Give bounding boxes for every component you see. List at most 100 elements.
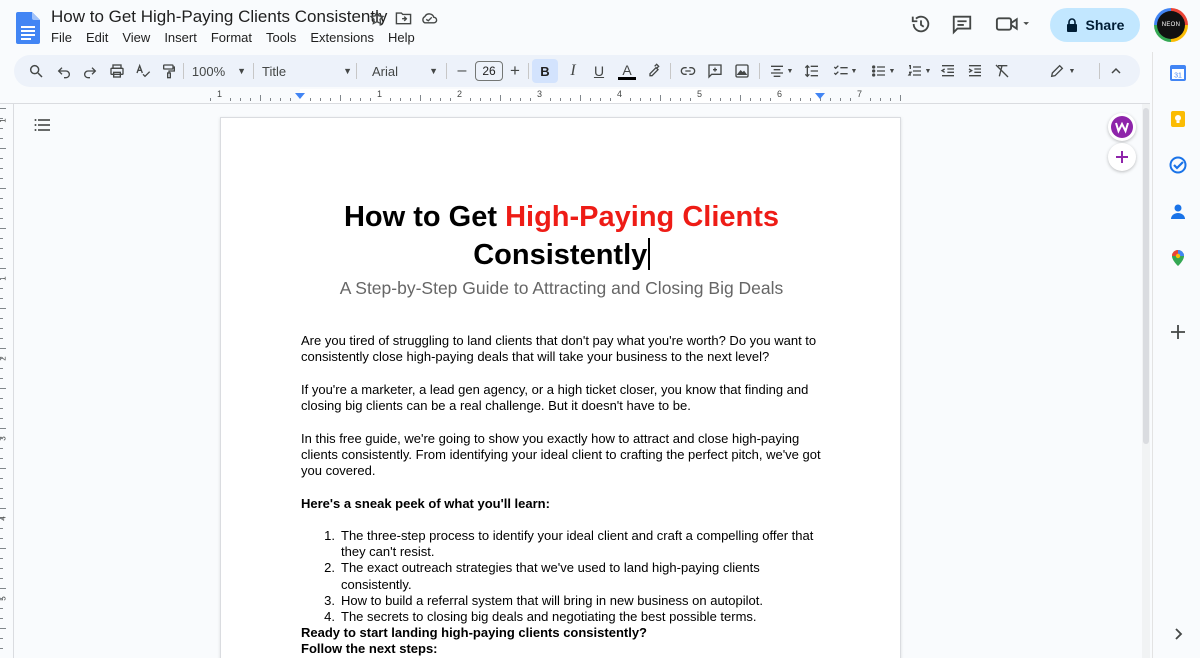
menu-extensions[interactable]: Extensions	[303, 30, 381, 46]
line-spacing-icon[interactable]	[802, 59, 822, 83]
docs-logo-icon[interactable]	[16, 12, 40, 44]
vertical-scrollbar[interactable]	[1142, 104, 1150, 658]
bulleted-list-icon[interactable]: ▼	[867, 59, 899, 83]
decrease-font-size-button[interactable]: –	[453, 59, 471, 83]
ruler-tick	[0, 308, 6, 309]
ruler-tick	[0, 458, 3, 459]
paragraph[interactable]: Are you tired of struggling to land clie…	[301, 333, 826, 365]
undo-icon[interactable]	[54, 59, 74, 83]
move-folder-icon[interactable]	[394, 9, 412, 27]
menu-file[interactable]: File	[44, 30, 79, 46]
list-item[interactable]: 2. The exact outreach strategies that we'…	[301, 560, 826, 592]
ruler-tick	[0, 368, 3, 369]
contacts-icon[interactable]	[1169, 202, 1187, 220]
paragraph[interactable]: If you're a marketer, a lead gen agency,…	[301, 382, 826, 414]
menu-insert[interactable]: Insert	[157, 30, 204, 46]
spellcheck-icon[interactable]	[133, 59, 153, 83]
increase-font-size-button[interactable]: +	[506, 59, 524, 83]
highlight-icon[interactable]	[644, 59, 664, 83]
italic-button[interactable]: I	[563, 59, 583, 83]
align-center-icon[interactable]: ▼	[766, 59, 796, 83]
menu-help[interactable]: Help	[381, 30, 422, 46]
list-item[interactable]: 4. The secrets to closing big deals and n…	[301, 609, 826, 625]
document-page[interactable]: How to Get High-Paying Clients Consisten…	[220, 117, 901, 658]
search-menus-icon[interactable]	[26, 59, 46, 83]
paragraph[interactable]: In this free guide, we're going to show …	[301, 431, 826, 480]
list-item[interactable]: 3. How to build a referral system that wi…	[301, 593, 826, 609]
ready-heading[interactable]: Ready to start landing high-paying clien…	[301, 625, 826, 641]
menu-tools[interactable]: Tools	[259, 30, 303, 46]
numbered-list-icon[interactable]: ▼	[903, 59, 935, 83]
decrease-indent-icon[interactable]	[938, 59, 958, 83]
document-outline-icon[interactable]	[34, 117, 50, 133]
clear-formatting-icon[interactable]	[992, 59, 1012, 83]
ruler-tick	[0, 408, 3, 409]
menu-edit[interactable]: Edit	[79, 30, 115, 46]
redo-icon[interactable]	[80, 59, 100, 83]
zoom-value: 100%	[191, 63, 226, 79]
right-indent-marker[interactable]	[815, 93, 825, 99]
ruler-tick	[0, 148, 6, 149]
scrollbar-thumb[interactable]	[1143, 108, 1149, 444]
sneak-peek-heading[interactable]: Here's a sneak peek of what you'll learn…	[301, 496, 826, 512]
ruler-tick	[230, 98, 231, 101]
link-icon[interactable]	[678, 59, 698, 83]
bold-button[interactable]: B	[532, 59, 558, 83]
increase-indent-icon[interactable]	[965, 59, 985, 83]
collapse-menus-icon[interactable]	[1106, 59, 1126, 83]
text-color-button[interactable]: A	[616, 59, 638, 83]
menu-format[interactable]: Format	[204, 30, 259, 46]
underline-button[interactable]: U	[589, 59, 609, 83]
calendar-icon[interactable]: 31	[1169, 64, 1187, 82]
keep-icon[interactable]	[1169, 110, 1187, 128]
ruler-tick	[750, 98, 751, 101]
meet-icon[interactable]	[990, 6, 1034, 42]
avatar[interactable]: NEON	[1154, 8, 1188, 42]
ruler-tick	[490, 98, 491, 101]
ruler-tick	[0, 348, 6, 349]
add-button[interactable]	[1108, 143, 1136, 171]
share-button[interactable]: Share	[1050, 8, 1140, 42]
ruler-tick	[0, 238, 3, 239]
document-heading[interactable]: How to Get High-Paying Clients Consisten…	[221, 198, 902, 274]
cloud-saved-icon[interactable]	[420, 9, 438, 27]
menu-view[interactable]: View	[115, 30, 157, 46]
ruler-tick	[870, 98, 871, 101]
follow-heading[interactable]: Follow the next steps:	[301, 641, 826, 657]
ruler-tick	[500, 95, 501, 101]
ruler-tick	[790, 98, 791, 101]
editing-mode-icon[interactable]: ▼	[1047, 59, 1077, 83]
font-select[interactable]: Arial ▼	[372, 59, 438, 83]
tasks-icon[interactable]	[1169, 156, 1187, 174]
numbered-list[interactable]: 1. The three-step process to identify you…	[301, 528, 826, 625]
ruler-tick	[0, 138, 3, 139]
ruler-tick	[840, 98, 841, 101]
document-title[interactable]: How to Get High-Paying Clients Consisten…	[51, 7, 387, 27]
ruler-tick	[830, 98, 831, 101]
document-subtitle[interactable]: A Step-by-Step Guide to Attracting and C…	[221, 278, 902, 299]
horizontal-ruler[interactable]: 1 1 2 3 4 5 6 7	[0, 88, 1150, 104]
writing-assistant-button[interactable]	[1108, 113, 1136, 141]
paint-format-icon[interactable]	[159, 59, 179, 83]
left-indent-marker[interactable]	[295, 93, 305, 99]
style-select[interactable]: Title ▼	[262, 59, 352, 83]
title-text: How to Get	[343, 201, 506, 233]
ruler-tick	[0, 268, 6, 269]
ruler-tick	[250, 98, 251, 101]
font-size-input[interactable]: 26	[475, 61, 503, 81]
maps-icon[interactable]	[1169, 249, 1187, 267]
add-comment-icon[interactable]	[705, 59, 725, 83]
star-icon[interactable]	[368, 9, 386, 27]
app-header: How to Get High-Paying Clients Consisten…	[0, 0, 1200, 52]
comments-icon[interactable]	[944, 6, 980, 42]
version-history-icon[interactable]	[903, 6, 939, 42]
chevron-down-icon: ▼	[429, 66, 438, 76]
text-cursor	[648, 238, 650, 270]
zoom-select[interactable]: 100% ▼	[189, 59, 249, 83]
list-item[interactable]: 1. The three-step process to identify you…	[301, 528, 826, 560]
insert-image-icon[interactable]	[732, 59, 752, 83]
add-icon[interactable]	[1169, 323, 1187, 341]
print-icon[interactable]	[107, 59, 127, 83]
chevron-right-icon[interactable]	[1169, 625, 1187, 643]
checklist-icon[interactable]: ▼	[829, 59, 861, 83]
